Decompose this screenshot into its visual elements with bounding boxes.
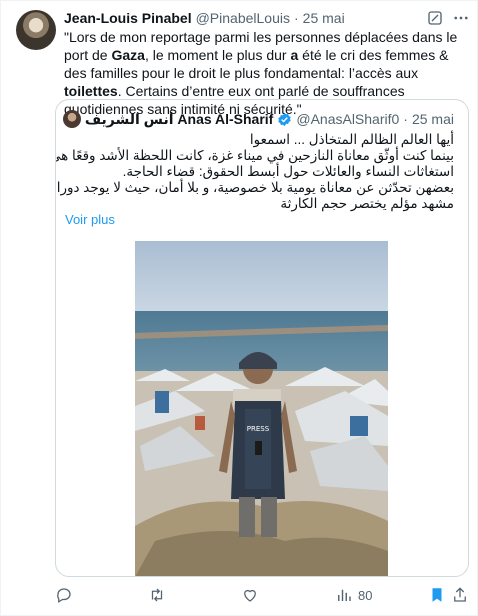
separator: · bbox=[293, 10, 299, 26]
quote-display-name[interactable]: أنس الشريف Anas Al-Sharif bbox=[85, 111, 274, 128]
quote-photo[interactable]: PRESS bbox=[135, 241, 388, 576]
tweet-card[interactable]: Jean-Louis Pinabel @PinabelLouis · 25 ma… bbox=[0, 0, 478, 616]
share-icon bbox=[454, 587, 466, 602]
reply-icon bbox=[57, 588, 71, 603]
quote-line: مشهد مؤلم يختصر حجم الكارثة bbox=[280, 196, 454, 211]
views-button[interactable]: 80 bbox=[335, 585, 372, 605]
quoted-tweet[interactable]: أنس الشريف Anas Al-Sharif @AnasAlSharif0… bbox=[55, 99, 469, 577]
like-button[interactable] bbox=[241, 585, 264, 605]
text-bold: toilettes bbox=[64, 83, 118, 99]
grok-icon[interactable] bbox=[426, 9, 444, 27]
verified-icon bbox=[278, 112, 292, 126]
bookmark-icon bbox=[432, 588, 442, 602]
views-count: 80 bbox=[358, 587, 373, 603]
share-button[interactable] bbox=[451, 585, 469, 605]
quote-line: استغاثات النساء والعائلات حول أبسط الحقو… bbox=[122, 164, 454, 179]
quote-line: أيها العالم الظالم المتخاذل ... اسمعوا bbox=[249, 132, 454, 147]
repost-button[interactable] bbox=[148, 585, 171, 605]
photo-image: PRESS bbox=[135, 241, 388, 576]
quote-handle[interactable]: @AnasAlSharif0 bbox=[296, 111, 399, 127]
quote-avatar[interactable] bbox=[62, 110, 81, 128]
like-icon bbox=[244, 589, 256, 602]
avatar[interactable] bbox=[16, 10, 56, 50]
reply-button[interactable] bbox=[55, 585, 78, 605]
timestamp[interactable]: 25 mai bbox=[303, 10, 345, 26]
repost-icon bbox=[151, 588, 163, 602]
quote-timestamp[interactable]: 25 mai bbox=[412, 111, 454, 127]
quote-line: بينما كنت أوثّق معاناة النازحين في ميناء… bbox=[55, 148, 454, 163]
tweet-header: Jean-Louis Pinabel @PinabelLouis · 25 ma… bbox=[64, 9, 345, 27]
action-bar: 80 bbox=[55, 585, 469, 605]
quote-header: أنس الشريف Anas Al-Sharif @AnasAlSharif0… bbox=[62, 110, 454, 128]
more-icon[interactable] bbox=[452, 9, 470, 27]
views-icon bbox=[338, 589, 351, 601]
quote-line: بعضهن تحدّثن عن معاناة يومية بلا خصوصية،… bbox=[55, 180, 454, 195]
voir-plus-link[interactable]: Voir plus bbox=[65, 212, 115, 227]
text-segment: , le moment le plus dur bbox=[144, 47, 291, 63]
handle[interactable]: @PinabelLouis bbox=[196, 10, 290, 26]
separator: · bbox=[403, 111, 408, 127]
bookmark-button[interactable] bbox=[428, 585, 446, 605]
vest-label: PRESS bbox=[247, 425, 270, 433]
quote-text: أيها العالم الظالم المتخاذل ... اسمعوا ب… bbox=[55, 132, 454, 212]
hashtag-gaza: Gaza bbox=[111, 47, 145, 63]
display-name[interactable]: Jean-Louis Pinabel bbox=[64, 10, 192, 26]
